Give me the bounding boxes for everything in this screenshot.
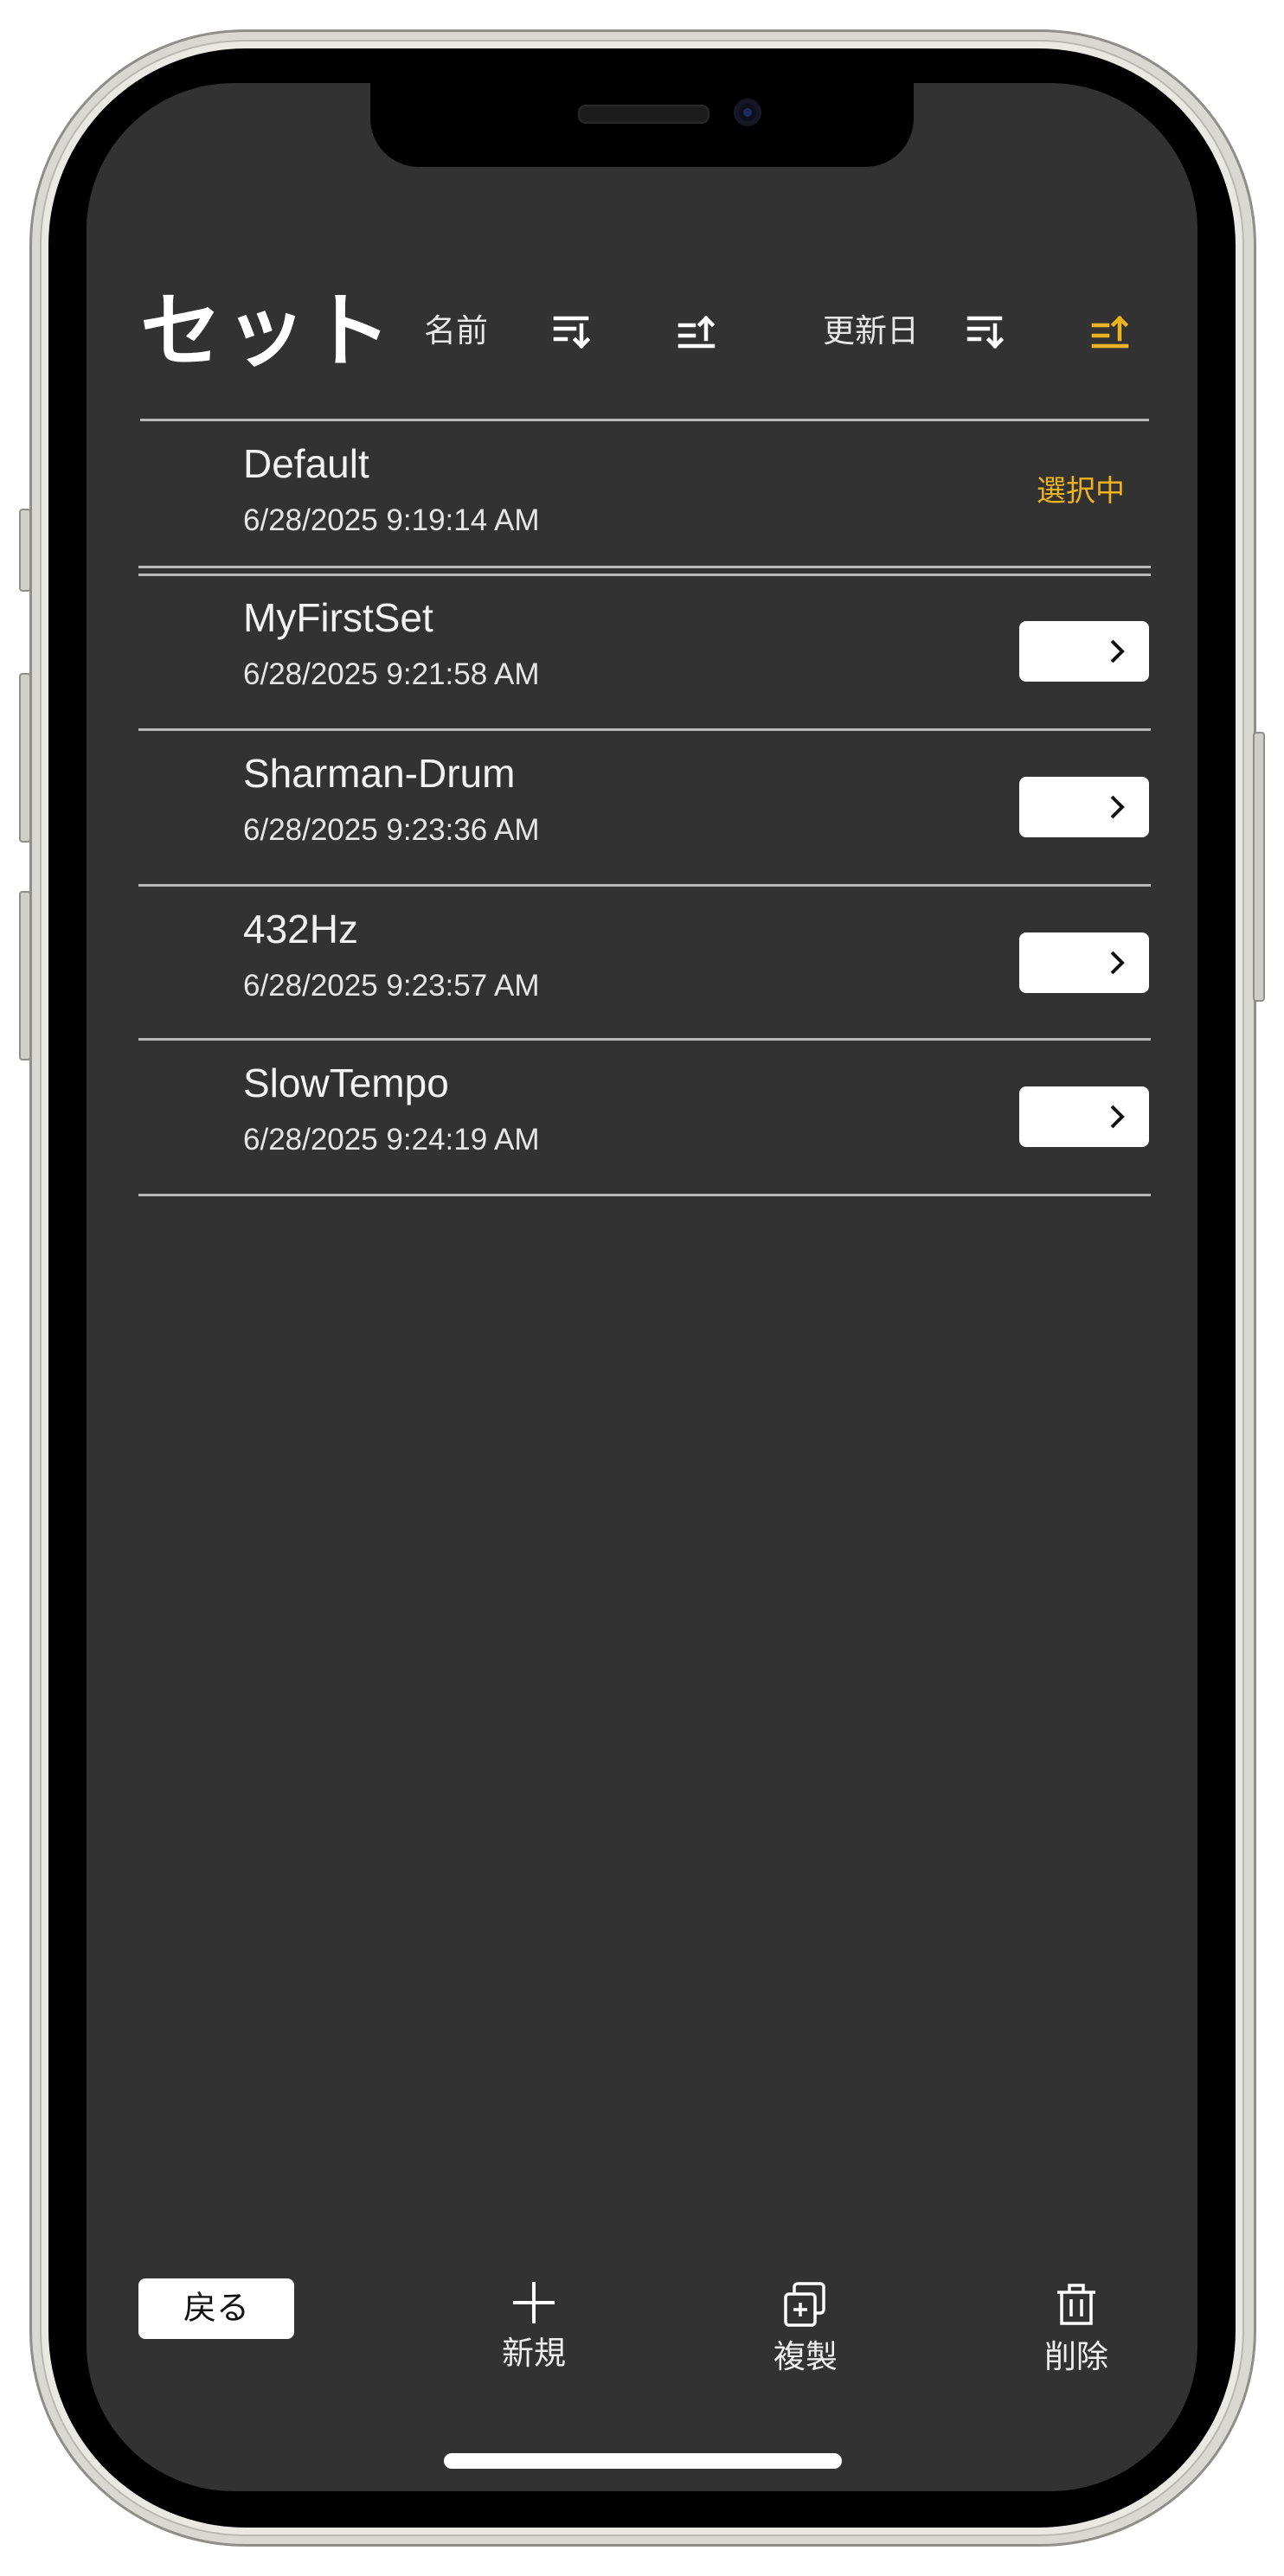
- duplicate-button[interactable]: 複製: [736, 2278, 875, 2379]
- set-date: 6/28/2025 9:23:36 AM: [243, 813, 540, 847]
- set-name: Default: [243, 441, 369, 486]
- delete-label: 削除: [1044, 2339, 1108, 2374]
- list-item[interactable]: SlowTempo 6/28/2025 9:24:19 AM: [138, 1041, 1149, 1195]
- set-date: 6/28/2025 9:21:58 AM: [243, 657, 540, 691]
- home-indicator[interactable]: [444, 2453, 842, 2469]
- set-date: 6/28/2025 9:23:57 AM: [243, 969, 540, 1003]
- chevron-right-icon: [1110, 795, 1125, 819]
- volume-down-button: [19, 891, 31, 1061]
- sort-date-label: 更新日: [823, 313, 919, 349]
- list-item[interactable]: 432Hz 6/28/2025 9:23:57 AM: [138, 888, 1149, 1041]
- list-item-selected[interactable]: Default 6/28/2025 9:19:14 AM 選択中: [138, 422, 1149, 576]
- volume-up-button: [19, 673, 31, 843]
- duplicate-icon: [784, 2282, 825, 2327]
- chevron-right-icon: [1110, 1105, 1125, 1129]
- open-set-button[interactable]: [1019, 1086, 1149, 1147]
- page-title: セット: [140, 285, 395, 376]
- notch: [370, 83, 914, 167]
- new-button[interactable]: 新規: [465, 2278, 603, 2375]
- selected-status: 選択中: [1037, 475, 1125, 508]
- list-top-divider: [140, 419, 1149, 421]
- earpiece-speaker: [578, 105, 709, 124]
- chevron-right-icon: [1110, 639, 1125, 663]
- sort-name-descending-icon[interactable]: [552, 311, 594, 353]
- list-divider: [138, 728, 1151, 731]
- chevron-right-icon: [1110, 951, 1125, 975]
- new-label: 新規: [502, 2336, 566, 2371]
- sort-date-descending-icon[interactable]: [966, 311, 1007, 353]
- set-date: 6/28/2025 9:24:19 AM: [243, 1123, 540, 1157]
- back-button[interactable]: 戻る: [138, 2278, 294, 2339]
- list-divider: [138, 884, 1151, 887]
- sort-name-label: 名前: [424, 313, 488, 349]
- front-camera: [734, 99, 761, 126]
- open-set-button[interactable]: [1019, 932, 1149, 993]
- set-name: 432Hz: [243, 907, 358, 952]
- list-bottom-divider: [138, 1194, 1151, 1196]
- list-divider: [138, 1038, 1151, 1041]
- duplicate-label: 複製: [774, 2339, 838, 2374]
- set-name: SlowTempo: [243, 1061, 449, 1105]
- sort-name-ascending-icon[interactable]: [677, 311, 718, 353]
- open-set-button[interactable]: [1019, 621, 1149, 682]
- list-item[interactable]: MyFirstSet 6/28/2025 9:21:58 AM: [138, 576, 1149, 730]
- plus-icon: [513, 2282, 555, 2323]
- set-name: MyFirstSet: [243, 595, 433, 640]
- power-button: [1253, 732, 1265, 1002]
- set-name: Sharman-Drum: [243, 751, 516, 796]
- app-screen: セット 名前 更新日 Default 6/28/2025 9:19:14 AM …: [87, 83, 1197, 2491]
- silent-switch: [19, 509, 31, 592]
- open-set-button[interactable]: [1019, 777, 1149, 837]
- list-item[interactable]: Sharman-Drum 6/28/2025 9:23:36 AM: [138, 732, 1149, 886]
- delete-button[interactable]: 削除: [1007, 2278, 1146, 2379]
- trash-icon: [1057, 2284, 1095, 2325]
- set-date: 6/28/2025 9:19:14 AM: [243, 503, 540, 537]
- list-divider: [138, 566, 1151, 568]
- sort-date-ascending-icon[interactable]: [1090, 311, 1132, 353]
